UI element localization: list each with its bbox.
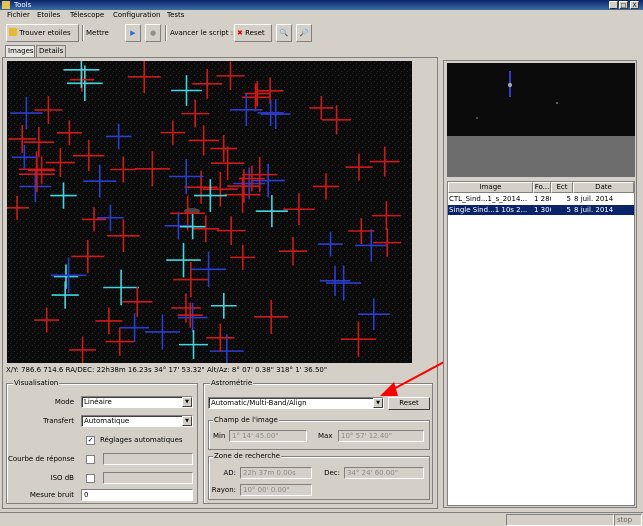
toolbar-separator [165,25,167,41]
reglages-checkbox[interactable]: ✓ [86,436,95,445]
find-stars-button[interactable]: Trouver etoiles [6,24,79,42]
dec-label: Dec: [324,469,340,477]
rayon-label: Rayon: [211,486,236,494]
window-title: Tools [14,1,32,9]
status-bar: stop [0,512,643,526]
play-button[interactable]: ▶ [125,24,141,42]
star-image-viewer[interactable] [7,61,412,363]
mesure-label: Mesure bruit [29,491,74,499]
menu-configuration[interactable]: Configuration [113,10,160,21]
min-label: Min [213,432,226,440]
app-icon [2,1,10,9]
stop-icon: ● [149,29,157,37]
rayon-field[interactable]: 10° 00' 0.00" [240,484,312,496]
mode-select[interactable]: Linéaire ▼ [81,396,193,408]
table-cell-image[interactable]: Single Sind...1 10s 2... [448,205,533,215]
arrow-head [380,382,398,396]
reglages-label: Réglages automatiques [100,436,183,444]
thumbnail-background [447,136,635,177]
iso-label: ISO dB [50,474,75,482]
table-cell-fo[interactable]: 1 300 [533,205,551,215]
status-right: stop [614,514,642,526]
close-button[interactable]: X [630,1,639,9]
col-header-date[interactable]: Date [573,182,634,193]
star-overlay [7,61,412,363]
courbe-field[interactable] [103,453,193,465]
reset-label: Reset [245,29,265,37]
astrometry-method-select[interactable]: Automatic/Multi-Band/Align ▼ [208,397,384,409]
champ-legend: Champ de l'image [213,416,279,424]
dec-field[interactable]: 34° 24' 60.00" [344,467,424,479]
table-cell-date[interactable]: 8 juil. 2014 [573,194,634,204]
max-label: Max [318,432,333,440]
mode-label: Mode [54,398,74,406]
menu-telescope[interactable]: Télescope [70,10,104,21]
magnifier-icon: 🔎 [299,29,309,37]
zone-legend: Zone de recherche [213,452,281,460]
table-cell-date[interactable]: 8 juil. 2014 [573,205,634,215]
chevron-down-icon: ▼ [182,416,192,426]
mesure-field[interactable]: 0 [81,489,193,501]
star-icon [9,28,17,36]
zoom-out-button[interactable]: 🔎 [296,24,312,42]
title-bar: Tools _ □ X [0,0,643,10]
zoom-in-button[interactable]: 🔍 [276,24,292,42]
mode-value: Linéaire [84,398,112,406]
tab-images[interactable]: Images [5,45,35,57]
courbe-label: Courbe de réponse [8,455,75,463]
mettre-label: Mettre [86,29,109,37]
avancer-label: Avancer le script : [170,29,234,37]
menu-tests[interactable]: Tests [167,10,184,21]
stop-button[interactable]: ● [145,24,161,42]
ad-label: AD: [223,469,236,477]
visualisation-legend: Visualisation [13,379,60,387]
thumbnail-overlay [476,71,558,119]
toolbar-separator [82,25,84,41]
astrometry-method-value: Automatic/Multi-Band/Align [211,399,307,407]
find-stars-label: Trouver etoiles [19,29,71,37]
reset-toolbar-button[interactable]: ✖ Reset [234,24,272,42]
transfert-value: Automatique [84,417,130,425]
table-cell-ect[interactable]: 5 [551,194,573,204]
astrometrie-legend: Astrométrie [210,379,254,387]
col-header-fo[interactable]: Fo... [533,182,551,193]
menu-bar: Fichier Etoiles Télescope Configuration … [0,10,643,21]
play-icon: ▶ [130,29,136,37]
min-field[interactable]: 1° 14' 45.00" [229,430,307,442]
col-header-image[interactable]: Image [448,182,533,193]
col-header-ect[interactable]: Ect [551,182,573,193]
iso-checkbox[interactable] [86,474,95,483]
table-cell-ect[interactable]: 5 [551,205,573,215]
iso-field[interactable] [103,472,193,484]
table-cell-fo[interactable]: 1 280 [533,194,551,204]
x-icon: ✖ [237,29,243,37]
chevron-down-icon: ▼ [182,397,192,407]
image-file-table[interactable]: Image Fo... Ect Date CTL_Sind...1_s_2014… [447,181,635,506]
transfert-select[interactable]: Automatique ▼ [81,415,193,427]
maximize-button[interactable]: □ [619,1,628,9]
transfert-label: Transfert [43,417,74,425]
menu-etoiles[interactable]: Etoiles [37,10,60,21]
table-cell-image[interactable]: CTL_Sind...1_s_2014... [448,194,533,204]
status-field [506,514,614,526]
menu-fichier[interactable]: Fichier [7,10,30,21]
toolbar: Trouver etoiles Mettre ▶ ● Avancer le sc… [0,22,643,44]
ad-field[interactable]: 22h 37m 0.00s [240,467,312,479]
tab-details[interactable]: Details [36,45,66,57]
max-field[interactable]: 10° 57' 12.40" [338,430,424,442]
magnifier-icon: 🔍 [279,29,289,37]
minimize-button[interactable]: _ [609,1,618,9]
courbe-checkbox[interactable] [86,455,95,464]
